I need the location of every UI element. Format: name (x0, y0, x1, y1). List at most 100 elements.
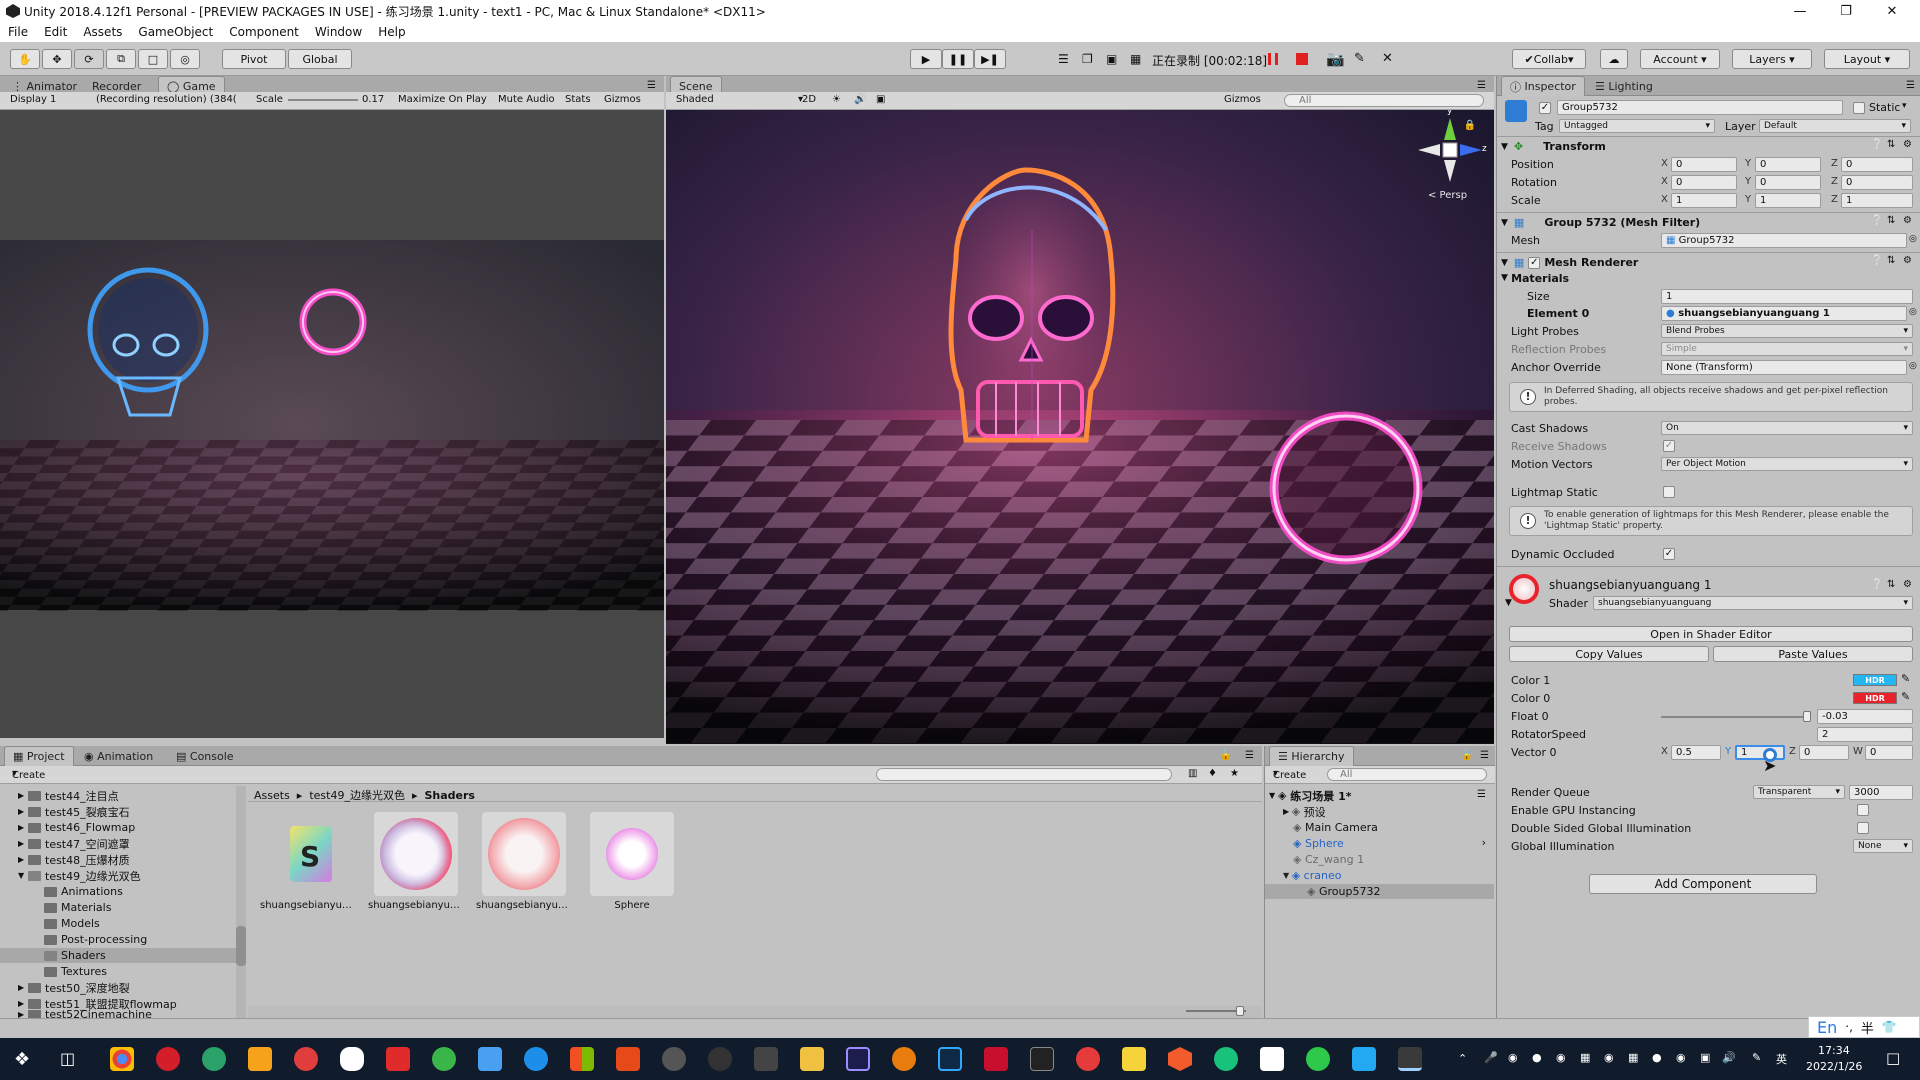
ime-punct-icon[interactable]: ‧, (1845, 1020, 1853, 1034)
tool-app-icon[interactable] (754, 1047, 778, 1071)
gizmos-dropdown[interactable]: Gizmos (604, 94, 641, 105)
windows-start-icon[interactable]: ❖ (14, 1049, 30, 1070)
ime-language[interactable]: 英 (1776, 1051, 1787, 1067)
tree-item[interactable]: Textures (44, 964, 107, 979)
gpu-instancing-checkbox[interactable] (1857, 804, 1869, 816)
vector0-w-field[interactable]: 0 (1865, 745, 1913, 760)
effects-toggle-icon[interactable]: ▣ (876, 94, 885, 105)
blender-icon[interactable] (892, 1047, 916, 1071)
preset-icon[interactable]: ⇅ (1887, 579, 1895, 590)
hierarchy-menu-icon[interactable]: ☰ (1480, 750, 1489, 761)
notes-app-icon[interactable] (1122, 1047, 1146, 1071)
asset-shader[interactable]: S shuangsebianyua... (260, 812, 356, 911)
cloud-icon[interactable]: ☁ (1600, 49, 1628, 69)
position-z-field[interactable]: 0 (1841, 157, 1913, 172)
tab-lighting[interactable]: ☰ Lighting (1587, 76, 1661, 96)
notepad-icon[interactable] (1260, 1047, 1284, 1071)
close-button[interactable]: ✕ (1872, 0, 1912, 22)
double-sided-gi-checkbox[interactable] (1857, 822, 1869, 834)
gear-icon[interactable]: ⚙ (1903, 215, 1912, 226)
object-picker-icon[interactable]: ◎ (1909, 234, 1917, 244)
breadcrumb-assets[interactable]: Assets (254, 789, 290, 802)
fold-arrow-icon[interactable]: ▼ (1501, 258, 1508, 268)
region-icon[interactable]: ▣ (1106, 52, 1117, 66)
motion-vectors-dropdown[interactable]: Per Object Motion ▾ (1661, 457, 1913, 471)
task-view-icon[interactable]: ◫ (60, 1049, 75, 1068)
stats-toggle[interactable]: Stats (565, 94, 591, 105)
hierarchy-item[interactable]: ▼ ◈ craneo (1283, 868, 1341, 883)
pen-icon[interactable]: ✎ (1752, 1051, 1761, 1064)
browser-app-icon[interactable] (202, 1047, 226, 1071)
photoshop-icon[interactable] (938, 1047, 962, 1071)
tree-item[interactable]: ▶ test44_注目点 (18, 788, 119, 803)
rotator-speed-field[interactable]: 2 (1817, 727, 1913, 742)
window-icon[interactable]: ❐ (1082, 52, 1093, 66)
scale-y-field[interactable]: 1 (1755, 193, 1821, 208)
scene-viewport[interactable]: y z < Persp 🔒 (666, 110, 1494, 744)
photos-app-icon[interactable] (478, 1047, 502, 1071)
scene-gizmos-dropdown[interactable]: Gizmos (1224, 94, 1261, 105)
tree-item[interactable]: ▶ test45_裂痕宝石 (18, 804, 130, 819)
menu-edit[interactable]: Edit (36, 25, 75, 39)
close-recorder-icon[interactable]: ✕ (1382, 51, 1393, 66)
gear-icon[interactable]: ⚙ (1903, 579, 1912, 590)
receive-shadows-checkbox[interactable]: ✓ (1663, 440, 1675, 452)
green-app-icon[interactable] (1306, 1047, 1330, 1071)
global-illumination-dropdown[interactable]: None ▾ (1853, 839, 1913, 853)
asset-material-red[interactable]: shuangsebianyua... (476, 812, 572, 911)
clock-date[interactable]: 2022/1/26 (1806, 1060, 1862, 1073)
tray-app-icon[interactable]: ◉ (1676, 1051, 1686, 1064)
shading-dropdown[interactable]: Shaded (676, 94, 714, 105)
layer-dropdown[interactable]: Default ▾ (1759, 119, 1911, 133)
menu-file[interactable]: File (0, 25, 36, 39)
hierarchy-item-selected[interactable]: ◈ Group5732 (1265, 884, 1494, 899)
tray-app-icon[interactable]: ◉ (1508, 1051, 1518, 1064)
tree-scrollbar[interactable] (236, 786, 246, 1018)
rotation-x-field[interactable]: 0 (1671, 175, 1737, 190)
tray-app-icon[interactable]: ◉ (1556, 1051, 1566, 1064)
float0-slider-track[interactable] (1661, 716, 1809, 718)
account-dropdown[interactable]: Account ▾ (1640, 49, 1720, 69)
video-app-icon[interactable] (386, 1047, 410, 1071)
network-icon[interactable]: ▣ (1700, 1051, 1710, 1064)
inspector-menu-icon[interactable]: ☰ (1906, 80, 1915, 91)
render-queue-field[interactable]: 3000 (1849, 785, 1913, 800)
list-icon[interactable]: ☰ (1058, 52, 1069, 66)
eyedropper-icon[interactable]: ✎ (1901, 690, 1910, 703)
tree-item[interactable]: ▶ test51_联盟提取flowmap (18, 996, 177, 1011)
game-app-icon[interactable] (248, 1047, 272, 1071)
mesh-field[interactable]: ▦ Group5732 (1661, 233, 1907, 248)
volume-icon[interactable]: 🔊 (1722, 1051, 1736, 1064)
tray-app-icon[interactable]: ● (1652, 1051, 1662, 1064)
rect-tool-icon[interactable]: □ (138, 49, 168, 69)
preset-icon[interactable]: ⇅ (1887, 255, 1895, 266)
play-icon[interactable]: ▶ (910, 49, 942, 69)
collab-button[interactable]: ✔ Collab ▾ (1512, 49, 1586, 69)
pause-record-icon[interactable] (1268, 53, 1278, 65)
hierarchy-item[interactable]: ◈ Sphere (1293, 836, 1344, 851)
lighting-toggle-icon[interactable]: ☀ (832, 94, 841, 105)
menu-gameobject[interactable]: GameObject (130, 25, 221, 39)
after-effects-icon[interactable] (846, 1047, 870, 1071)
hierarchy-item[interactable]: ◈ Cz_wang 1 (1293, 852, 1364, 867)
tree-item[interactable]: ▶ test52Cinemachine (18, 1010, 152, 1018)
favorite-star-icon[interactable]: ★ (1230, 768, 1239, 779)
tree-item[interactable]: ▶ test46_Flowmap (18, 820, 135, 835)
ime-mode[interactable]: En (1817, 1018, 1837, 1037)
chrome-icon[interactable] (110, 1047, 134, 1071)
project-create-dropdown[interactable]: Create ▾ (12, 768, 45, 781)
tray-expand-icon[interactable]: ⌃ (1458, 1052, 1467, 1065)
color1-swatch[interactable]: HDR (1853, 674, 1897, 686)
object-picker-icon[interactable]: ◎ (1909, 361, 1917, 371)
panel-menu-icon[interactable]: ☰ (647, 80, 656, 91)
help-icon[interactable]: ❔ (1871, 215, 1883, 226)
lock-icon[interactable]: 🔒 (1464, 120, 1476, 131)
pencil-icon[interactable]: ✎ (1354, 51, 1365, 66)
filter-label-icon[interactable]: ♦ (1208, 768, 1217, 779)
ime-width[interactable]: 半 (1861, 1018, 1874, 1037)
chevron-right-icon[interactable]: › (1482, 836, 1486, 849)
float0-slider-thumb[interactable] (1803, 711, 1811, 722)
vector0-x-field[interactable]: 0.5 (1671, 745, 1721, 760)
shader-dropdown[interactable]: shuangsebianyuanguang ▾ (1593, 596, 1913, 610)
game-viewport[interactable] (0, 110, 664, 738)
